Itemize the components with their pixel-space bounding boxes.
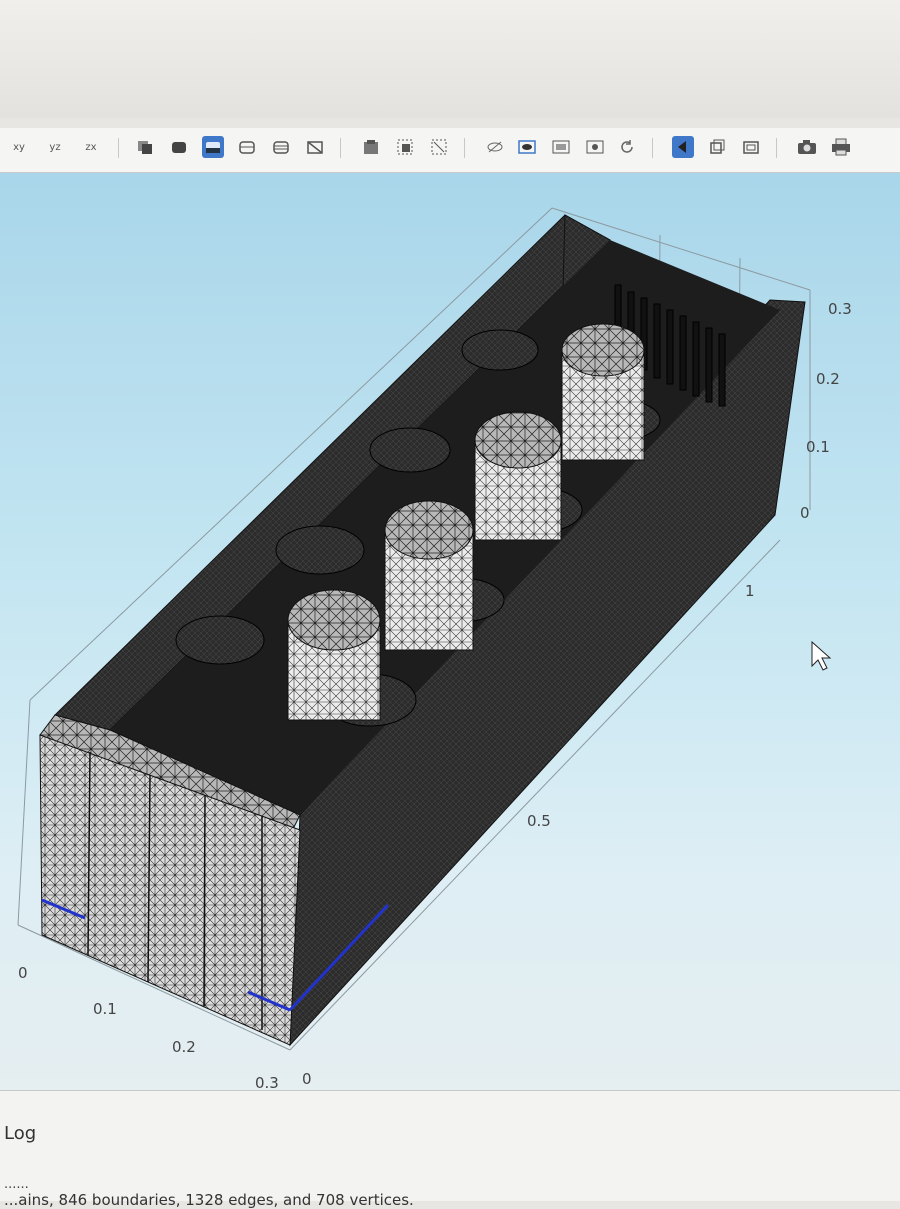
toolbar-separator — [652, 138, 653, 158]
scene-light-icon[interactable] — [584, 136, 606, 158]
zoom-extents-icon[interactable] — [428, 136, 450, 158]
select-box-icon[interactable] — [360, 136, 382, 158]
graphics-toolbar: xy yz zx — [0, 128, 900, 173]
mesh-plot: 0.3 0.2 0.1 0 1 0.5 0 0 0.1 0.2 0.3 — [17, 207, 852, 1090]
select-boundary-icon[interactable] — [706, 136, 728, 158]
yz-view-icon[interactable]: yz — [44, 136, 66, 158]
hide-mesh-icon[interactable] — [304, 136, 326, 158]
z-tick-label: 0.2 — [816, 370, 840, 388]
show-icon[interactable] — [516, 136, 538, 158]
toolbar-separator — [464, 138, 465, 158]
render-edges-icon[interactable] — [270, 136, 292, 158]
log-title: Log — [4, 1123, 37, 1144]
toolbar-separator — [118, 138, 119, 158]
zx-view-icon[interactable]: zx — [80, 136, 102, 158]
z-tick-label: 0 — [800, 504, 810, 522]
render-wireframe-icon[interactable] — [134, 136, 156, 158]
xy-view-icon[interactable]: xy — [8, 136, 30, 158]
log-separator: ...... — [4, 1177, 29, 1192]
print-icon[interactable] — [830, 136, 852, 158]
render-solid-icon[interactable] — [168, 136, 190, 158]
z-tick-label: 0.3 — [828, 300, 852, 318]
monitor-bezel — [0, 0, 900, 118]
camera-icon[interactable] — [796, 136, 818, 158]
graphics-viewport[interactable]: 0.3 0.2 0.1 0 1 0.5 0 0 0.1 0.2 0.3 — [0, 173, 900, 1090]
render-boundary-icon[interactable] — [236, 136, 258, 158]
select-edge-icon[interactable] — [740, 136, 762, 158]
x-tick-label: 0.1 — [93, 1000, 117, 1018]
transparency-icon[interactable] — [550, 136, 572, 158]
z-tick-label: 0.1 — [806, 438, 830, 456]
y-tick-label: 0.5 — [527, 812, 551, 830]
toolbar-separator — [776, 138, 777, 158]
hide-icon[interactable] — [484, 136, 506, 158]
x-tick-label: 0.2 — [172, 1038, 196, 1056]
x-tick-label: 0.3 — [255, 1074, 279, 1090]
y-tick-label: 0 — [302, 1070, 312, 1088]
mouse-cursor-icon — [811, 640, 832, 671]
log-panel: Log ...... ...ains, 846 boundaries, 1328… — [0, 1090, 900, 1209]
rotate-icon[interactable] — [616, 136, 638, 158]
x-tick-label: 0 — [18, 964, 28, 982]
render-mesh-icon[interactable] — [202, 136, 224, 158]
y-tick-label: 1 — [745, 582, 755, 600]
select-domain-icon[interactable] — [672, 136, 694, 158]
zoom-box-icon[interactable] — [394, 136, 416, 158]
toolbar-separator — [340, 138, 341, 158]
log-message: ...ains, 846 boundaries, 1328 edges, and… — [4, 1191, 414, 1209]
